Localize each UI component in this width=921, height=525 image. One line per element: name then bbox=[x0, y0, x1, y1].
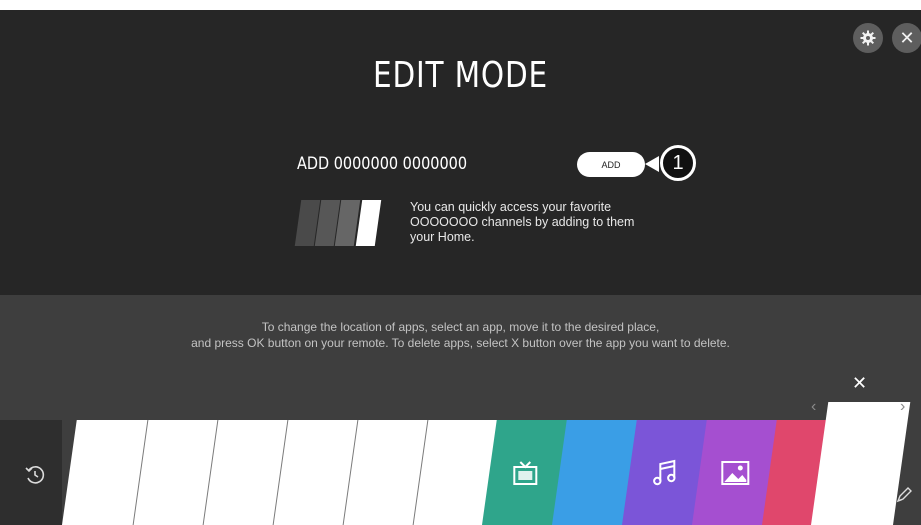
pencil-icon bbox=[896, 487, 912, 503]
close-icon: ✕ bbox=[899, 27, 915, 48]
top-edge bbox=[0, 0, 921, 10]
add-button[interactable]: ADD bbox=[577, 152, 645, 177]
edit-mode-header-panel bbox=[0, 10, 921, 295]
instruction-line: To change the location of apps, select a… bbox=[261, 320, 660, 334]
image-icon bbox=[720, 460, 749, 485]
add-description: You can quickly access your favorite OOO… bbox=[410, 200, 670, 245]
tv-icon bbox=[512, 460, 537, 485]
recent-history-button[interactable] bbox=[22, 462, 48, 488]
instruction-line: and press OK button on your remote. To d… bbox=[191, 336, 730, 350]
music-note-icon bbox=[652, 459, 676, 485]
gear-icon bbox=[860, 30, 876, 46]
delete-app-button[interactable]: ✕ bbox=[852, 373, 867, 394]
description-line: your Home. bbox=[410, 230, 475, 244]
description-line: OOOOOOO channels by adding to them bbox=[410, 215, 635, 229]
edit-mode-screen: ✕ EDIT MODE ADD 0000000 0000000 ADD 1 Yo… bbox=[0, 0, 921, 525]
edit-mode-button[interactable] bbox=[893, 484, 915, 506]
edit-instructions: To change the location of apps, select a… bbox=[0, 319, 921, 351]
add-section-heading: ADD 0000000 0000000 bbox=[297, 154, 468, 174]
settings-button[interactable] bbox=[853, 23, 883, 53]
selected-app-tile[interactable] bbox=[811, 402, 911, 525]
callout-pointer bbox=[645, 156, 659, 172]
scroll-right-arrow[interactable]: › bbox=[900, 398, 905, 416]
illustration-tile-highlight bbox=[355, 200, 382, 246]
close-button[interactable]: ✕ bbox=[892, 23, 921, 53]
history-icon bbox=[25, 466, 45, 484]
callout-number-badge: 1 bbox=[660, 145, 696, 181]
description-line: You can quickly access your favorite bbox=[410, 200, 612, 214]
scroll-left-arrow[interactable]: ‹ bbox=[811, 398, 816, 416]
channel-tiles-illustration bbox=[294, 200, 382, 246]
app-launcher-bar bbox=[0, 420, 921, 525]
page-title: EDIT MODE bbox=[373, 55, 548, 96]
